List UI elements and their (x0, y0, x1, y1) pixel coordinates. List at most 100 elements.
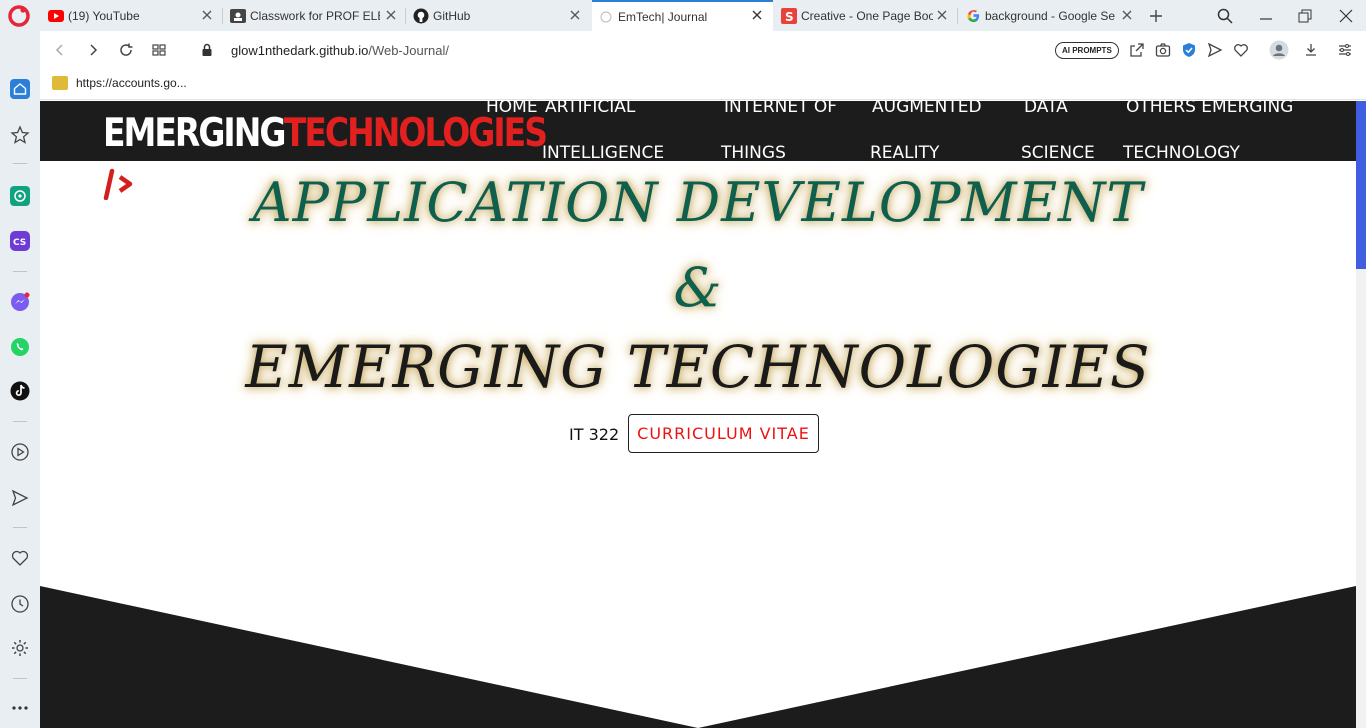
sidebar-divider (13, 271, 27, 272)
tab-title: background - Google Se (985, 8, 1116, 23)
globe-icon (598, 9, 614, 25)
svg-text:S: S (785, 10, 794, 24)
tab-divider (957, 8, 958, 24)
chatgpt-icon[interactable] (10, 186, 30, 206)
nav-label-line1: OTHERS EMERGING (1126, 101, 1294, 117)
nav-label-line1: DATA (1024, 101, 1068, 117)
player-icon[interactable] (10, 442, 30, 462)
more-options-icon[interactable] (10, 698, 30, 718)
google-icon (965, 8, 981, 24)
tab-title: GitHub (433, 8, 471, 23)
sidebar-divider (13, 527, 27, 528)
tab-divider (405, 8, 406, 24)
camera-snapshot-icon[interactable] (1155, 42, 1171, 58)
opera-logo-icon[interactable] (8, 5, 30, 27)
svg-text:CS: CS (13, 238, 26, 248)
settings-gear-icon[interactable] (10, 638, 30, 658)
flow-send-icon[interactable] (1207, 42, 1223, 58)
tab-emtech-journal[interactable]: EmTech| Journal (592, 0, 773, 31)
nav-internet-of-things[interactable]: INTERNET OF THINGS (721, 101, 838, 176)
sidebar-divider (13, 163, 27, 164)
messenger-icon[interactable] (10, 292, 30, 312)
close-tab-icon[interactable] (568, 8, 582, 22)
close-tab-icon[interactable] (200, 8, 214, 22)
nav-label-line2: THINGS (721, 143, 786, 163)
heart-icon[interactable] (10, 548, 30, 568)
tab-bar: (19) YouTube Classwork for PROF ELEC Git… (0, 0, 1366, 31)
tab-youtube[interactable]: (19) YouTube (40, 0, 222, 31)
adblock-shield-icon[interactable] (1181, 42, 1197, 58)
tab-title: (19) YouTube (68, 8, 140, 23)
tab-title: Creative - One Page Boo (801, 8, 933, 23)
youtube-icon (48, 8, 64, 24)
bookmark-item[interactable]: https://accounts.go... (52, 76, 187, 90)
nav-label-line2: REALITY (870, 143, 940, 163)
new-tab-plus-icon[interactable] (1147, 7, 1165, 25)
nav-label-line2: INTELLIGENCE (542, 143, 665, 163)
home-icon[interactable] (10, 79, 30, 99)
bookmarks-bar: https://accounts.go... (40, 69, 1366, 100)
nav-home[interactable]: HOME (486, 101, 538, 130)
close-tab-icon[interactable] (1120, 8, 1134, 22)
nav-label-line2: TECHNOLOGY (1123, 143, 1240, 163)
curriculum-vitae-button[interactable]: CURRICULUM VITAE (628, 414, 819, 453)
reload-icon[interactable] (118, 42, 134, 58)
history-clock-icon[interactable] (10, 594, 30, 614)
headline-ampersand: & (673, 256, 723, 319)
headline-emerging-technologies: EMERGING TECHNOLOGIES (245, 333, 1151, 401)
nav-data-science[interactable]: DATA SCIENCE (1021, 101, 1095, 176)
tab-creative[interactable]: S Creative - One Page Boo (775, 0, 957, 31)
close-tab-icon[interactable] (750, 8, 764, 22)
creative-s-icon: S (781, 7, 797, 24)
tab-grid-icon[interactable] (151, 42, 167, 58)
tab-title: Classwork for PROF ELEC (250, 8, 380, 23)
close-window-icon[interactable] (1337, 7, 1355, 25)
tab-google-search[interactable]: background - Google Se (959, 0, 1140, 31)
close-tab-icon[interactable] (384, 8, 398, 22)
chatsonic-icon[interactable]: CS (10, 231, 30, 251)
url-host: glow1nthedark.github.io (231, 43, 369, 58)
minimize-icon[interactable] (1257, 7, 1275, 25)
brand-emerging: EMERGING (103, 109, 286, 156)
easy-setup-menu-icon[interactable] (1337, 42, 1353, 58)
nav-label-line1: AUGMENTED (872, 101, 982, 117)
github-icon (413, 8, 429, 24)
whatsapp-icon[interactable] (10, 337, 30, 357)
nav-augmented-reality[interactable]: AUGMENTED REALITY (870, 101, 982, 176)
tiktok-icon[interactable] (10, 381, 30, 401)
bookmark-label: https://accounts.go... (76, 76, 187, 90)
site-logo[interactable]: EMERGINGTECHNOLOGIES (103, 109, 548, 156)
sidebar-divider (13, 678, 27, 679)
forward-arrow-icon[interactable] (85, 42, 101, 58)
nav-other-emerging-technology[interactable]: OTHERS EMERGING TECHNOLOGY (1123, 101, 1294, 176)
site-header: EMERGINGTECHNOLOGIES HOME ARTIFICIAL INT… (40, 101, 1356, 163)
dark-chevron-section (40, 586, 1356, 728)
lock-icon[interactable] (199, 42, 215, 58)
share-icon[interactable] (1129, 42, 1145, 58)
tab-classwork[interactable]: Classwork for PROF ELEC (224, 0, 405, 31)
address-bar: glow1nthedark.github.io/Web-Journal/ AI … (40, 31, 1366, 69)
nav-artificial-intelligence[interactable]: ARTIFICIAL INTELLIGENCE (542, 101, 665, 176)
tab-github[interactable]: GitHub (407, 0, 590, 31)
ai-prompts-button[interactable]: AI PROMPTS (1055, 42, 1119, 59)
restore-icon[interactable] (1296, 7, 1314, 25)
nav-label-line1: ARTIFICIAL (545, 101, 636, 117)
back-arrow-icon[interactable] (52, 42, 68, 58)
profile-avatar-icon[interactable] (1269, 40, 1289, 60)
close-tab-icon[interactable] (935, 8, 949, 22)
star-icon[interactable] (10, 125, 30, 145)
send-icon[interactable] (10, 488, 30, 508)
web-page: EMERGINGTECHNOLOGIES HOME ARTIFICIAL INT… (40, 101, 1356, 728)
tab-divider (222, 8, 223, 24)
download-icon[interactable] (1303, 42, 1319, 58)
scrollbar-thumb[interactable] (1356, 101, 1366, 269)
tab-search-icon[interactable] (1216, 7, 1234, 25)
headline-application-development: APPLICATION DEVELOPMENT (252, 171, 1144, 234)
url-field[interactable]: glow1nthedark.github.io/Web-Journal/ (231, 43, 449, 58)
url-path: /Web-Journal/ (368, 43, 450, 58)
nav-label-line1: INTERNET OF (724, 101, 838, 117)
tab-title: EmTech| Journal (618, 9, 708, 24)
opera-sidebar: CS (0, 31, 40, 728)
course-code: IT 322 (569, 425, 620, 444)
bookmark-heart-icon[interactable] (1233, 42, 1249, 58)
